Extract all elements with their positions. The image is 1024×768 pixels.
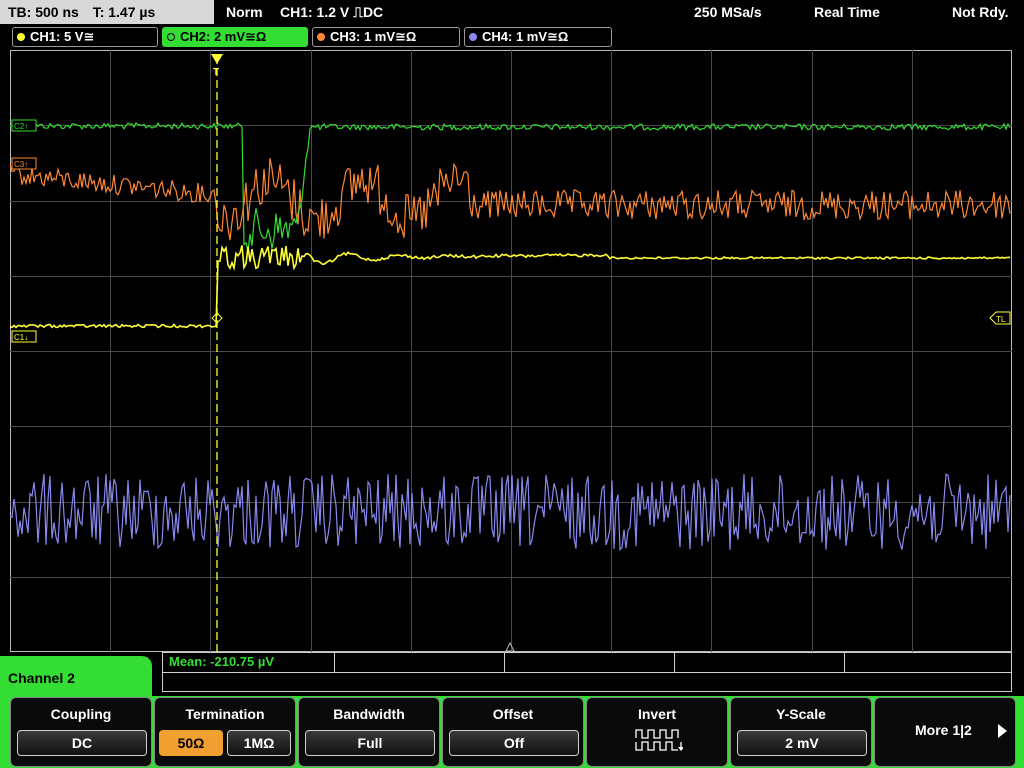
trigger-time-label: T: 1.47 µs	[92, 4, 156, 20]
ch3-marker-label: C3↑	[14, 160, 28, 169]
ch3-label: CH3: 1 mV≅Ω	[330, 29, 417, 44]
measurement-mean[interactable]: Mean: -210.75 µV	[169, 654, 274, 669]
yscale-softkey[interactable]: Y-Scale 2 mV	[730, 697, 872, 767]
offset-title: Offset	[492, 706, 534, 722]
ch1-label: CH1: 5 V≅	[30, 29, 95, 44]
channel-tab-ch3[interactable]: CH3: 1 mV≅Ω	[312, 27, 460, 47]
trigger-level-label: TL	[996, 315, 1006, 324]
termination-1mohm-option[interactable]: 1MΩ	[227, 730, 291, 756]
next-arrow-icon	[998, 724, 1007, 738]
ch2-label: CH2: 2 mV≅Ω	[180, 29, 267, 44]
status-bar: TB: 500 ns T: 1.47 µs Norm CH1: 1.2 V ⎍D…	[0, 0, 1024, 24]
termination-50ohm-option[interactable]: 50Ω	[159, 730, 223, 756]
timebase-label: TB: 500 ns	[8, 4, 79, 20]
channel-menu-title: Channel 2	[0, 656, 152, 700]
ch4-label: CH4: 1 mV≅Ω	[482, 29, 569, 44]
channel-bar: CH1: 5 V≅ CH2: 2 mV≅Ω CH3: 1 mV≅Ω CH4: 1…	[0, 26, 1024, 48]
invert-title: Invert	[637, 706, 677, 722]
bottom-panel: Channel 2 Mean: -210.75 µV Coupling DC T…	[0, 652, 1024, 768]
more-softkey[interactable]: More 1|2	[874, 697, 1016, 767]
acquisition-state: Not Rdy.	[952, 4, 1009, 20]
softkey-menu: Coupling DC Termination 50Ω 1MΩ Bandwidt…	[0, 696, 1024, 768]
yscale-title: Y-Scale	[776, 706, 826, 722]
ch2-offset-marker[interactable]: C2↑	[11, 119, 37, 132]
ch4-dot-icon	[469, 33, 477, 41]
invert-softkey[interactable]: Invert	[586, 697, 728, 767]
ch1-offset-marker[interactable]: C1↓	[11, 330, 37, 343]
trigger-mode[interactable]: Norm	[226, 0, 263, 24]
channel-tab-ch4[interactable]: CH4: 1 mV≅Ω	[464, 27, 612, 47]
offset-value[interactable]: Off	[449, 730, 579, 756]
channel-tab-ch2[interactable]: CH2: 2 mV≅Ω	[162, 27, 308, 47]
trigger-t-icon: T	[213, 67, 219, 78]
acquisition-mode: Real Time	[814, 4, 880, 20]
waveform-display[interactable]: T C2↑ C3↑ C1↓ TL	[10, 50, 1012, 652]
termination-softkey[interactable]: Termination 50Ω 1MΩ	[154, 697, 296, 767]
ch2-marker-label: C2↑	[14, 122, 28, 131]
timebase-box[interactable]: TB: 500 ns T: 1.47 µs	[0, 0, 214, 24]
termination-title: Termination	[185, 706, 265, 722]
offset-softkey[interactable]: Offset Off	[442, 697, 584, 767]
yscale-value[interactable]: 2 mV	[737, 730, 867, 756]
bandwidth-title: Bandwidth	[333, 706, 405, 722]
measurement-table: Mean: -210.75 µV	[162, 652, 1012, 692]
trigger-source[interactable]: CH1: 1.2 V ⎍DC	[280, 0, 383, 24]
ch1-dot-icon	[17, 33, 25, 41]
invert-waveform-icon	[635, 729, 683, 751]
bandwidth-softkey[interactable]: Bandwidth Full	[298, 697, 440, 767]
coupling-value[interactable]: DC	[17, 730, 147, 756]
more-label: More 1|2	[915, 722, 972, 738]
coupling-softkey[interactable]: Coupling DC	[10, 697, 152, 767]
channel-tab-ch1[interactable]: CH1: 5 V≅	[12, 27, 158, 47]
ch1-marker-label: C1↓	[14, 333, 28, 342]
ch3-dot-icon	[317, 33, 325, 41]
sample-rate: 250 MSa/s	[694, 4, 762, 20]
ch3-offset-marker[interactable]: C3↑	[11, 157, 37, 170]
bandwidth-value[interactable]: Full	[305, 730, 435, 756]
ch2-dot-icon	[167, 33, 175, 41]
coupling-title: Coupling	[50, 706, 112, 722]
